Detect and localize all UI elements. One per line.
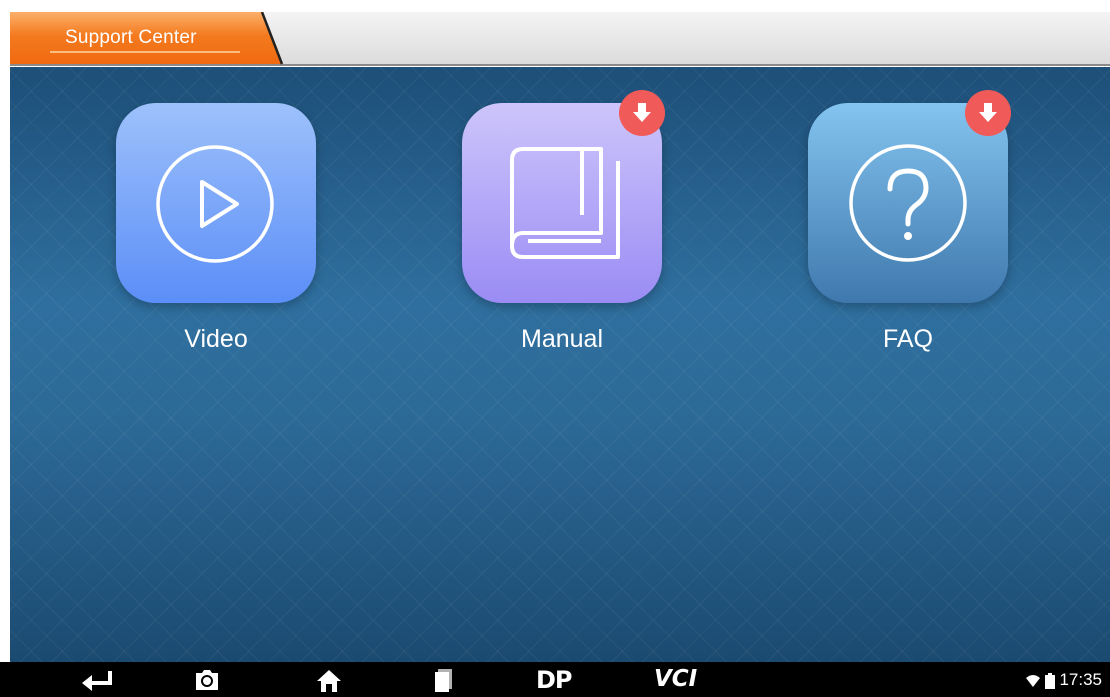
faq-label: FAQ xyxy=(882,325,933,353)
clock: 17:35 xyxy=(1059,670,1102,689)
camera-icon[interactable] xyxy=(193,667,221,693)
tab-label: Support Center xyxy=(65,27,197,48)
top-bar: Support Center xyxy=(0,0,1110,67)
status-area: 17:35 xyxy=(1025,670,1102,690)
download-arrow-icon xyxy=(979,103,997,122)
video-tile[interactable] xyxy=(116,103,316,303)
recent-apps-icon[interactable] xyxy=(432,667,456,693)
home-icon[interactable] xyxy=(315,667,343,693)
dp-icon[interactable]: DP xyxy=(536,666,573,694)
bottom-nav-bar: DP VCI 17:35 xyxy=(0,662,1110,697)
faq-download-badge[interactable] xyxy=(965,90,1011,136)
download-arrow-icon xyxy=(633,103,651,122)
wifi-icon xyxy=(1025,674,1040,687)
vci-icon[interactable]: VCI xyxy=(654,666,697,692)
manual-label: Manual xyxy=(521,325,603,353)
tab-support-center[interactable]: Support Center xyxy=(10,12,284,65)
battery-icon xyxy=(1044,672,1055,689)
video-label: Video xyxy=(184,325,248,353)
manual-download-badge[interactable] xyxy=(619,90,665,136)
back-icon[interactable] xyxy=(80,667,114,693)
main-area: Video Manual FAQ xyxy=(10,67,1110,662)
